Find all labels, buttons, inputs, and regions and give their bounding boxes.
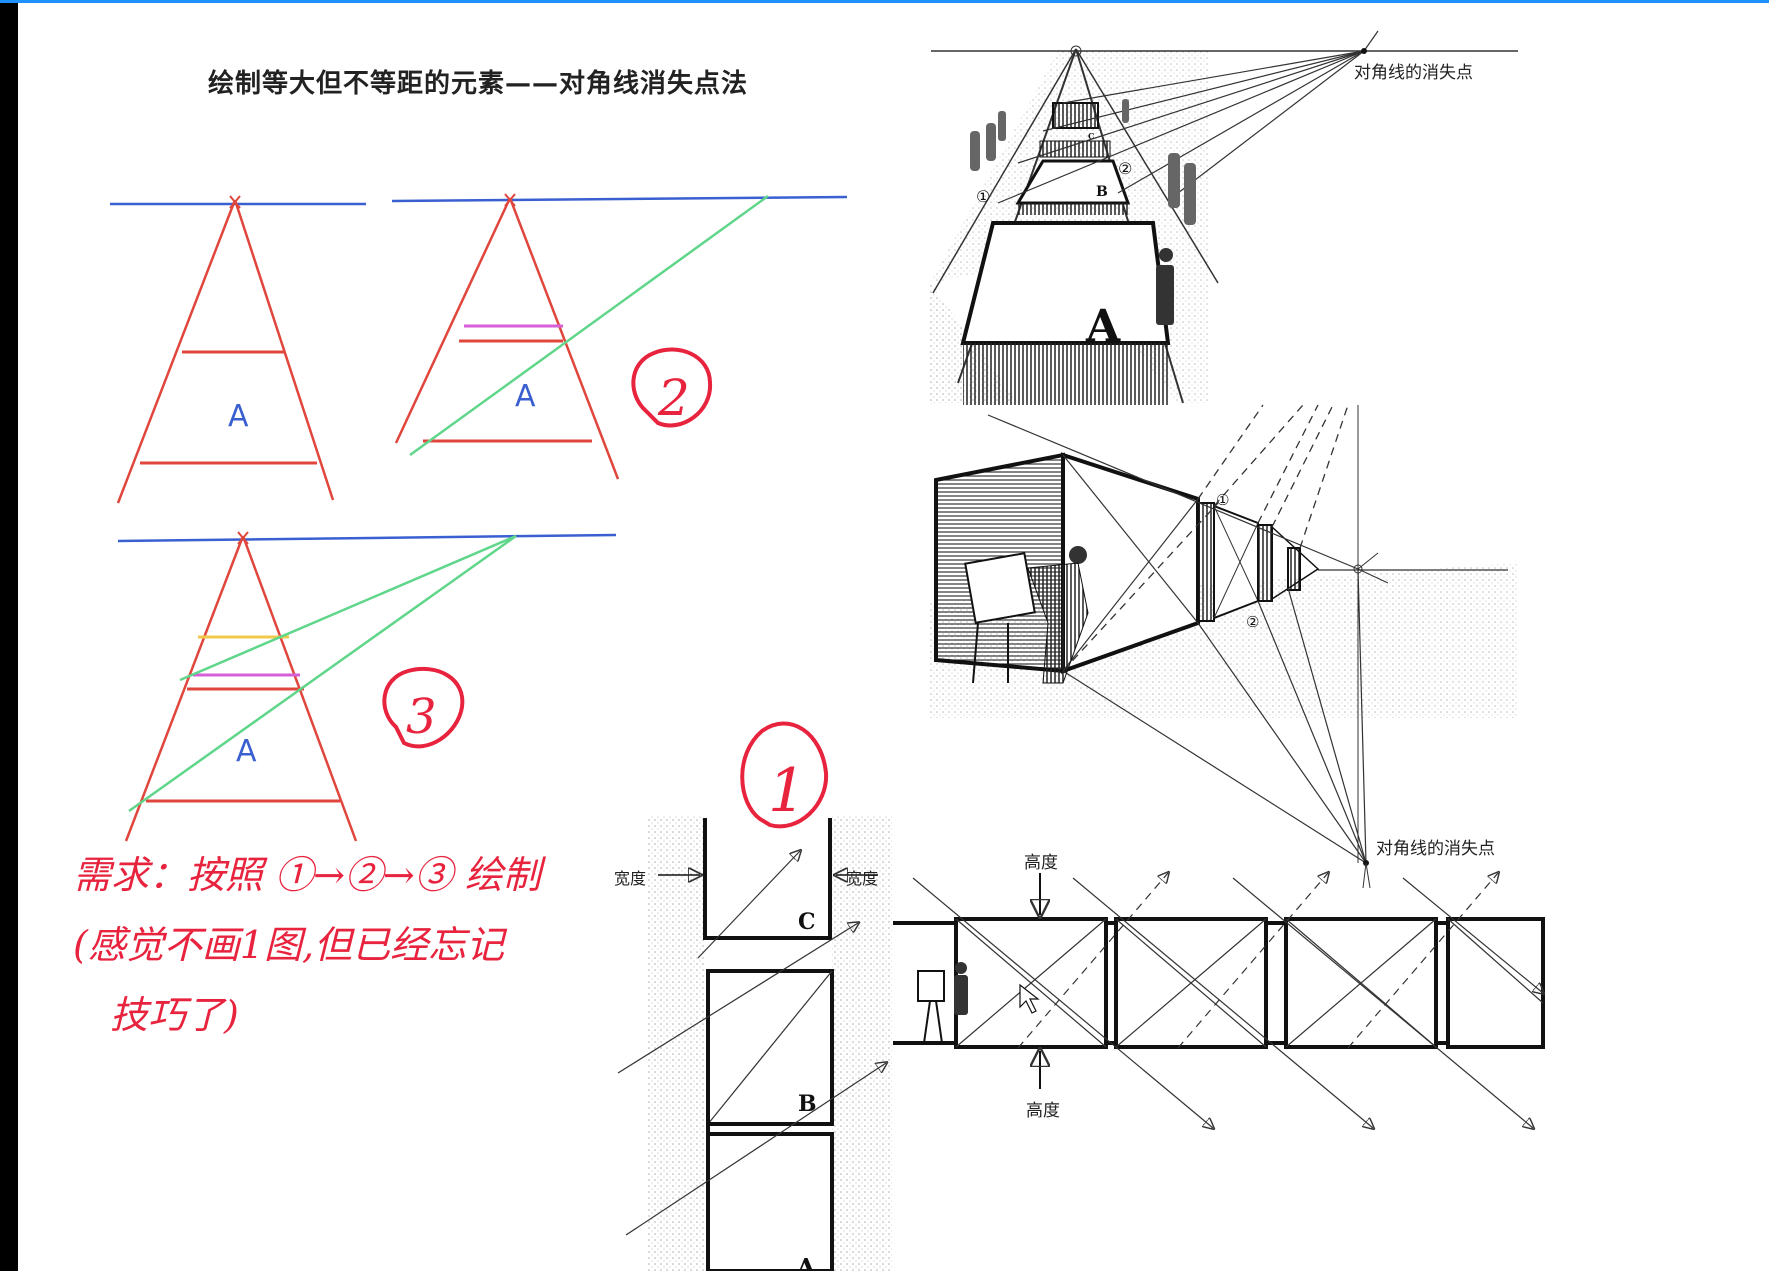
elevation-height-top-label: 高度 — [1024, 853, 1058, 873]
figure-elevation — [893, 3, 1769, 1271]
document-page: 绘制等大但不等距的元素——对角线消失点法 A A A 2 3 1 需求：按照 ①… — [18, 3, 1769, 1271]
elevation-height-bottom-label: 高度 — [1026, 1101, 1060, 1121]
